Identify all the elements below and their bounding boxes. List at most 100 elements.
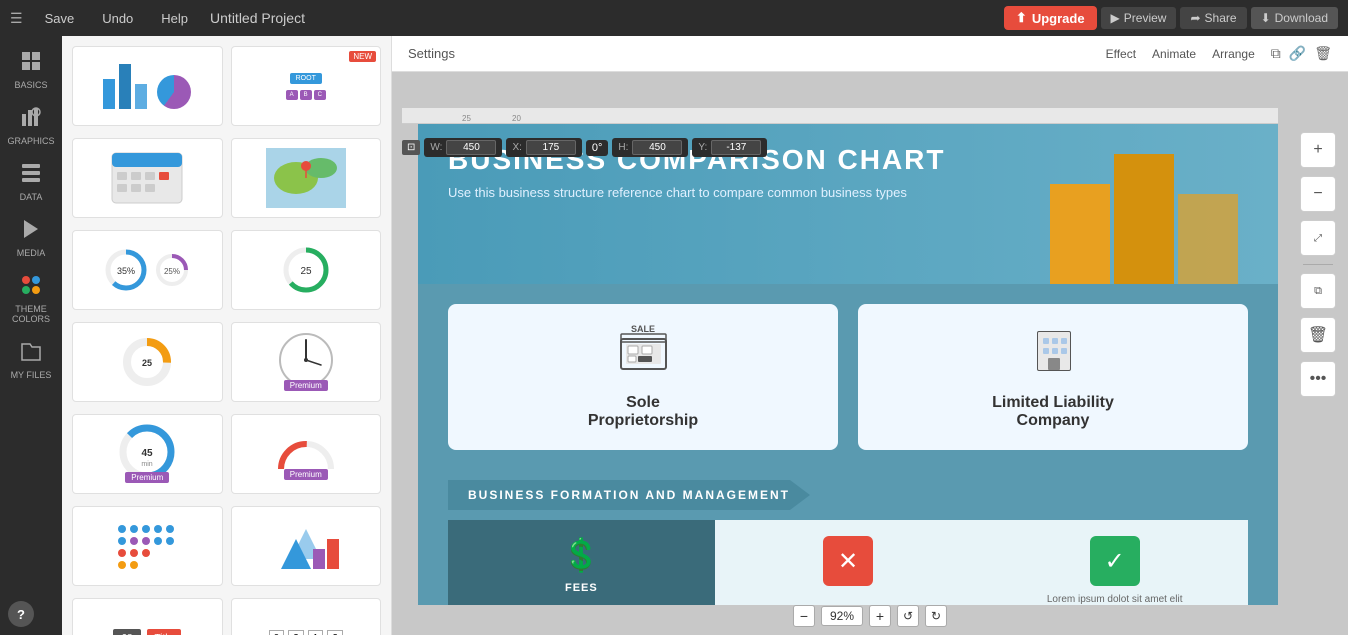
tab-animate[interactable]: Animate — [1152, 47, 1196, 61]
undo-button[interactable]: Undo — [96, 9, 139, 28]
dollar-icon: 💲 — [561, 536, 601, 574]
menu-icon[interactable]: ☰ — [10, 10, 23, 27]
panel-gauge-1[interactable]: 35% 25% — [72, 230, 223, 310]
premium-badge-clock: Premium — [284, 380, 328, 391]
canvas-area[interactable]: 25 20 ⊡ W: X: 0° H: — [392, 72, 1348, 635]
my-files-label: MY FILES — [11, 370, 52, 380]
trash-icon[interactable]: 🗑 — [1314, 45, 1332, 62]
sidebar-item-my-files[interactable]: MY FILES — [0, 334, 62, 386]
delete-tool[interactable]: 🗑 — [1300, 317, 1336, 353]
bar-2 — [1114, 154, 1174, 284]
panel-numbers[interactable]: 0 3 1 2 — [231, 598, 382, 635]
tool-separator — [1303, 264, 1333, 265]
tab-effect[interactable]: Effect — [1106, 47, 1136, 61]
duplicate-tool[interactable]: ⧉ — [1300, 273, 1336, 309]
panel-triangle-grid[interactable] — [231, 506, 382, 586]
topbar-actions: ⬆ Upgrade ▶ Preview ➦ Share ⬇ Download — [1004, 6, 1338, 30]
data-icon — [20, 162, 42, 190]
transform-x: X: — [506, 138, 581, 157]
panel-grid-1: NEW ROOT A B C — [72, 46, 381, 126]
sidebar-item-graphics[interactable]: GRAPHICS — [0, 100, 62, 152]
panel-org-chart[interactable]: NEW ROOT A B C — [231, 46, 382, 126]
canvas-content[interactable]: BUSINESS COMPARISON CHART Use this busin… — [418, 124, 1278, 605]
sidebar-item-theme-colors[interactable]: THEMECOLORS — [0, 268, 62, 330]
x-input[interactable] — [526, 140, 576, 155]
svg-text:35%: 35% — [117, 266, 135, 276]
transform-bar: ⊡ W: X: 0° H: Y: — [402, 138, 767, 157]
graphics-icon — [20, 106, 42, 134]
svg-text:SALE: SALE — [630, 324, 654, 334]
tab-arrange[interactable]: Arrange — [1212, 47, 1255, 61]
panel-donut-25[interactable]: 25 — [72, 322, 223, 402]
cross-col: ✕ — [715, 520, 982, 605]
help-button[interactable]: Help — [155, 9, 194, 28]
panel-text-box[interactable]: 68 Title — [72, 598, 223, 635]
panel-clock[interactable]: Premium — [231, 322, 382, 402]
media-icon — [20, 218, 42, 246]
sidebar-item-data[interactable]: DATA — [0, 156, 62, 208]
infographic: BUSINESS COMPARISON CHART Use this busin… — [418, 124, 1278, 605]
infographic-data-row: 💲 FEES ✕ ✓ Lorem ipsum dolot sit amet el… — [418, 520, 1278, 605]
ruler-mark-20: 20 — [512, 114, 552, 123]
transform-height: H: — [612, 138, 688, 157]
svg-text:25: 25 — [300, 266, 312, 277]
share-icon: ➦ — [1190, 11, 1200, 25]
check-col: ✓ Lorem ipsum dolot sit amet elit — [981, 520, 1248, 605]
sidebar-item-media[interactable]: MEDIA — [0, 212, 62, 264]
zoom-out-tool[interactable]: − — [1300, 176, 1336, 212]
project-title[interactable]: Untitled Project — [210, 10, 988, 26]
zoom-in-tool[interactable]: + — [1300, 132, 1336, 168]
download-button[interactable]: ⬇ Download — [1251, 7, 1338, 29]
share-button[interactable]: ➦ Share — [1180, 7, 1246, 29]
left-sidebar: BASICS GRAPHICS DATA — [0, 36, 62, 635]
more-tool[interactable]: ••• — [1300, 361, 1336, 397]
header-bars — [1050, 134, 1238, 284]
sidebar-item-basics[interactable]: BASICS — [0, 44, 62, 96]
copy-icon[interactable]: ⧉ — [1271, 45, 1281, 62]
transform-y: Y: — [692, 138, 767, 157]
height-input[interactable] — [632, 140, 682, 155]
theme-colors-icon — [20, 274, 42, 302]
settings-title: Settings — [408, 46, 455, 61]
transform-width: W: — [424, 138, 502, 157]
panel-grid-5: 45 min Premium 50 Premium — [72, 414, 381, 494]
upgrade-button[interactable]: ⬆ Upgrade — [1004, 6, 1097, 30]
y-input[interactable] — [711, 140, 761, 155]
panel-dots-grid[interactable] — [72, 506, 223, 586]
ruler-mark-25: 25 — [462, 114, 502, 123]
zoom-minus-button[interactable]: − — [793, 605, 815, 627]
panel-grid-4: 25 Premium — [72, 322, 381, 402]
my-files-icon — [20, 340, 42, 368]
redo-rotate-button[interactable]: ↻ — [925, 605, 947, 627]
panel-bar-pie[interactable] — [72, 46, 223, 126]
media-label: MEDIA — [17, 248, 46, 258]
preview-button[interactable]: ▶ Preview — [1101, 7, 1177, 29]
sale-icon: SALE — [616, 324, 671, 384]
theme-colors-label: THEMECOLORS — [12, 304, 50, 324]
settings-bar: Settings Effect Animate Arrange ⧉ 🔗 🗑 — [392, 36, 1348, 72]
panel-meter[interactable]: 50 Premium — [231, 414, 382, 494]
bar-1 — [1050, 184, 1110, 284]
link-icon[interactable]: 🔗 — [1289, 45, 1306, 62]
panel-calendar[interactable] — [72, 138, 223, 218]
svg-text:min: min — [142, 461, 153, 468]
lorem-text: Lorem ipsum dolot sit amet elit — [1047, 594, 1183, 605]
width-input[interactable] — [446, 140, 496, 155]
help-button[interactable]: ? — [8, 601, 34, 627]
svg-text:25%: 25% — [164, 267, 180, 276]
zoom-plus-button[interactable]: + — [869, 605, 891, 627]
x-icon: ✕ — [823, 536, 873, 586]
panels-strip: NEW ROOT A B C — [62, 36, 392, 635]
undo-rotate-button[interactable]: ↺ — [897, 605, 919, 627]
save-button[interactable]: Save — [39, 9, 81, 28]
fit-tool[interactable]: ⤢ — [1300, 220, 1336, 256]
panel-grid-7: 68 Title 0 3 1 2 — [72, 598, 381, 635]
panel-gauge-2[interactable]: 25 — [231, 230, 382, 310]
card1-title: SoleProprietorship — [588, 394, 698, 430]
building-icon — [1026, 324, 1081, 384]
zoom-value: 92% — [830, 609, 854, 623]
settings-right: Effect Animate Arrange ⧉ 🔗 🗑 — [1106, 45, 1332, 62]
panel-map[interactable] — [231, 138, 382, 218]
svg-text:45: 45 — [142, 448, 154, 459]
panel-gauge-speedometer[interactable]: 45 min Premium — [72, 414, 223, 494]
